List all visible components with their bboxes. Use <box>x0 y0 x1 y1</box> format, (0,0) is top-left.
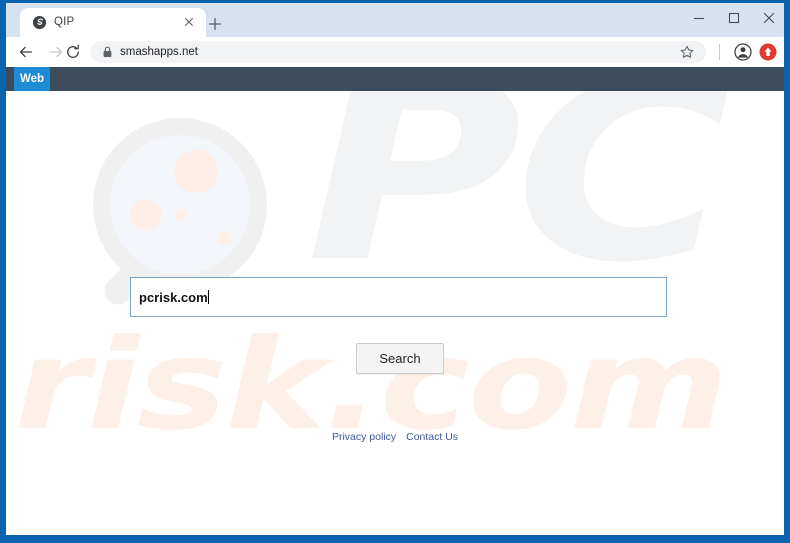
search-button[interactable]: Search <box>356 343 444 374</box>
link-privacy-policy[interactable]: Privacy policy <box>332 431 396 443</box>
search-area: pcrisk.com Search Privacy policy Contact … <box>6 91 784 535</box>
minimize-window-button[interactable] <box>684 5 714 31</box>
tab-strip: QIP <box>6 3 784 37</box>
browser-tab[interactable]: QIP <box>20 8 206 37</box>
close-tab-icon[interactable] <box>181 14 197 30</box>
page-viewport: Web PC risk.com pcrisk.com Search Privac… <box>6 67 784 535</box>
bookmark-star-icon[interactable] <box>679 44 695 60</box>
footer-links: Privacy policy Contact Us <box>6 430 784 444</box>
update-available-icon[interactable] <box>759 43 777 61</box>
search-input-value: pcrisk.com <box>139 289 209 306</box>
site-tab-web[interactable]: Web <box>14 67 50 91</box>
address-bar-url: smashapps.net <box>120 46 198 58</box>
link-contact-us[interactable]: Contact Us <box>406 431 458 443</box>
search-input[interactable]: pcrisk.com <box>130 277 667 317</box>
toolbar-divider <box>719 44 720 60</box>
text-caret <box>207 290 209 304</box>
new-tab-button[interactable] <box>205 14 225 34</box>
reload-icon[interactable] <box>63 42 83 62</box>
lock-icon[interactable] <box>101 45 114 59</box>
navigation-toolbar: smashapps.net <box>6 37 784 67</box>
site-header-bar: Web <box>6 67 784 91</box>
browser-window: QIP smashapps.net Web PC risk.com pcrisk… <box>6 3 784 535</box>
globe-swoosh-icon <box>32 15 47 30</box>
close-window-button[interactable] <box>754 5 784 31</box>
search-input-text: pcrisk.com <box>139 290 208 305</box>
address-bar[interactable]: smashapps.net <box>90 41 706 63</box>
back-icon[interactable] <box>16 42 36 62</box>
profile-avatar-icon[interactable] <box>734 43 752 61</box>
tab-title: QIP <box>54 16 75 28</box>
window-frame: QIP smashapps.net Web PC risk.com pcrisk… <box>0 0 790 543</box>
maximize-window-button[interactable] <box>719 5 749 31</box>
